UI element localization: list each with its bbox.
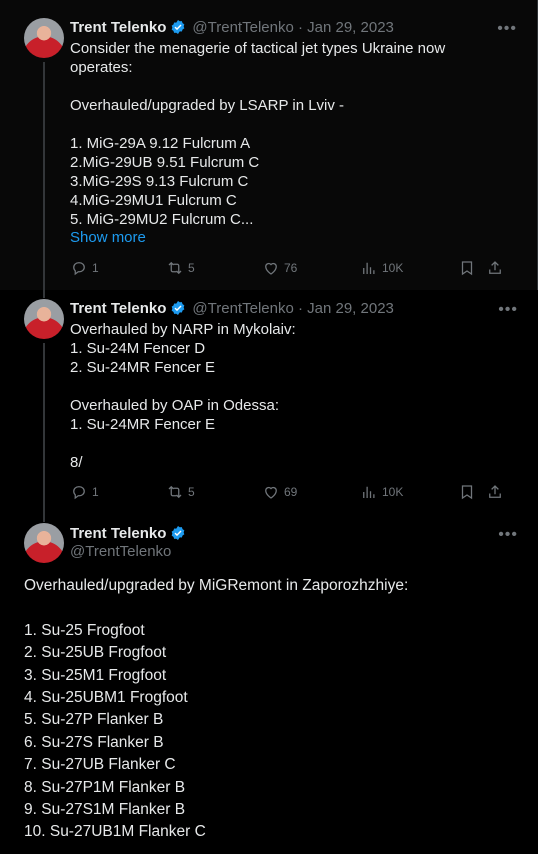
- more-icon[interactable]: •••: [498, 526, 518, 544]
- views-count: 10K: [382, 261, 404, 275]
- retweet-icon: [168, 485, 182, 499]
- share-icon: [489, 485, 501, 498]
- bookmark-icon: [461, 485, 473, 500]
- thread-line: [43, 343, 45, 510]
- action-bar: 1 5 76 10K: [70, 258, 513, 278]
- share-icon: [489, 261, 501, 274]
- author-name[interactable]: Trent Telenko: [70, 300, 166, 317]
- like-icon: [265, 262, 277, 275]
- reply-count: 1: [92, 261, 99, 275]
- views-count: 10K: [382, 485, 404, 499]
- tweet-text: Consider the menagerie of tactical jet t…: [70, 40, 446, 228]
- like-count: 69: [284, 485, 298, 499]
- retweet-button[interactable]: 5: [166, 483, 262, 501]
- like-icon: [265, 486, 277, 499]
- like-button[interactable]: 76: [262, 259, 360, 277]
- verified-badge-icon: [172, 526, 185, 540]
- tweet-header: Trent Telenko @TrentTelenko · Jan 29, 20…: [70, 298, 522, 318]
- tweet-header: Trent Telenko @TrentTelenko · Jan 29, 20…: [70, 17, 521, 37]
- author-name[interactable]: Trent Telenko: [70, 19, 166, 36]
- bookmark-button[interactable]: [458, 259, 486, 277]
- more-icon[interactable]: •••: [498, 301, 518, 319]
- reply-icon: [73, 262, 85, 276]
- retweet-button[interactable]: 5: [166, 259, 262, 277]
- thread-line: [43, 510, 45, 522]
- views-icon: [363, 262, 375, 274]
- share-button[interactable]: [486, 259, 504, 277]
- author-handle-date[interactable]: @TrentTelenko · Jan 29, 2023: [192, 19, 393, 36]
- author-handle[interactable]: @TrentTelenko: [70, 543, 171, 560]
- like-count: 76: [284, 261, 298, 275]
- share-button[interactable]: [486, 483, 504, 501]
- show-more-link[interactable]: Show more: [70, 229, 146, 246]
- avatar[interactable]: [24, 523, 64, 563]
- reply-count: 1: [92, 485, 99, 499]
- like-button[interactable]: 69: [262, 483, 360, 501]
- action-bar: 1 5 69 10K: [70, 482, 514, 502]
- thread-line: [43, 290, 45, 298]
- author-handle-date[interactable]: @TrentTelenko · Jan 29, 2023: [192, 300, 393, 317]
- views-icon: [363, 486, 375, 498]
- author-name[interactable]: Trent Telenko: [70, 525, 166, 542]
- reply-button[interactable]: 1: [70, 483, 166, 501]
- reply-button[interactable]: 1: [70, 259, 166, 277]
- tweet-1[interactable]: Trent Telenko @TrentTelenko · Jan 29, 20…: [0, 0, 538, 290]
- views-button[interactable]: 10K: [360, 483, 458, 501]
- retweet-count: 5: [188, 261, 195, 275]
- tweet-2[interactable]: Trent Telenko @TrentTelenko · Jan 29, 20…: [0, 290, 538, 510]
- retweet-count: 5: [188, 485, 195, 499]
- tweet-header: Trent Telenko: [70, 523, 522, 543]
- avatar[interactable]: [24, 299, 64, 339]
- verified-badge-icon: [172, 301, 185, 315]
- thread-line: [43, 62, 45, 290]
- views-button[interactable]: 10K: [360, 259, 458, 277]
- retweet-icon: [168, 261, 182, 275]
- tweet-3[interactable]: Trent Telenko @TrentTelenko ••• Overhaul…: [0, 510, 538, 854]
- tweet-text: Overhauled by NARP in Mykolaiv: 1. Su-24…: [70, 321, 296, 471]
- bookmark-button[interactable]: [458, 483, 486, 501]
- avatar[interactable]: [24, 18, 64, 58]
- tweet-text: Overhauled/upgraded by MiGRemont in Zapo…: [24, 577, 409, 841]
- more-icon[interactable]: •••: [497, 20, 517, 38]
- bookmark-icon: [461, 261, 473, 276]
- verified-badge-icon: [172, 20, 185, 34]
- reply-icon: [73, 486, 85, 500]
